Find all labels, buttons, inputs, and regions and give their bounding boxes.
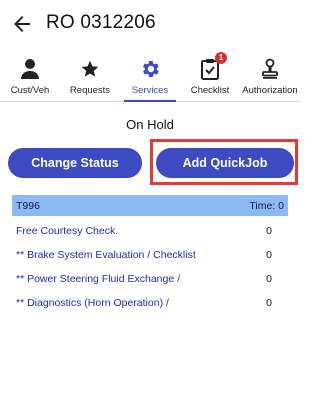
job-group-header[interactable]: T996 Time: 0 [12, 195, 288, 216]
tab-cust-veh[interactable]: Cust/Veh [0, 50, 60, 101]
job-value: 0 [266, 273, 272, 285]
job-name[interactable]: ** Diagnostics (Horn Operation) / [16, 297, 169, 309]
change-status-button[interactable]: Change Status [8, 148, 142, 178]
tab-checklist[interactable]: 1 Checklist [180, 50, 240, 101]
job-value: 0 [266, 249, 272, 261]
stamp-icon [260, 56, 280, 82]
app-header: RO 0312206 [0, 0, 300, 50]
arrow-left-icon[interactable] [10, 12, 34, 36]
job-name[interactable]: ** Brake System Evaluation / Checklist [16, 249, 196, 261]
tab-services[interactable]: Services [120, 50, 180, 102]
job-row[interactable]: Free Courtesy Check. 0 [12, 219, 288, 243]
tab-bar: Cust/Veh Requests Services 1 Checklist A… [0, 50, 300, 102]
tab-authorization[interactable]: Authorization [240, 50, 300, 101]
job-row[interactable]: ** Power Steering Fluid Exchange / 0 [12, 267, 288, 291]
job-row[interactable]: ** Brake System Evaluation / Checklist 0 [12, 243, 288, 267]
job-name[interactable]: ** Power Steering Fluid Exchange / [16, 273, 180, 285]
job-name[interactable]: Free Courtesy Check. [16, 225, 118, 237]
tab-requests[interactable]: Requests [60, 50, 120, 101]
add-quickjob-button[interactable]: Add QuickJob [156, 148, 294, 178]
job-value: 0 [266, 225, 272, 237]
tab-label: Checklist [190, 85, 230, 96]
tab-label: Cust/Veh [10, 85, 50, 96]
ro-status: On Hold [126, 117, 174, 132]
back-button[interactable] [10, 12, 34, 36]
person-icon [20, 56, 40, 82]
tab-label: Requests [69, 85, 111, 96]
job-value: 0 [266, 297, 272, 309]
checklist-icon: 1 [200, 52, 227, 82]
tab-label: Services [131, 85, 169, 96]
job-group-time: Time: 0 [249, 199, 284, 212]
job-row[interactable]: ** Diagnostics (Horn Operation) / 0 [12, 291, 288, 315]
job-list: T996 Time: 0 Free Courtesy Check. 0 ** B… [12, 195, 288, 315]
tab-label: Authorization [242, 85, 298, 96]
job-group-name: T996 [16, 199, 40, 212]
star-icon [80, 56, 100, 82]
gear-icon [139, 56, 161, 82]
page-title: RO 0312206 [46, 12, 156, 33]
notification-badge: 1 [215, 52, 227, 64]
